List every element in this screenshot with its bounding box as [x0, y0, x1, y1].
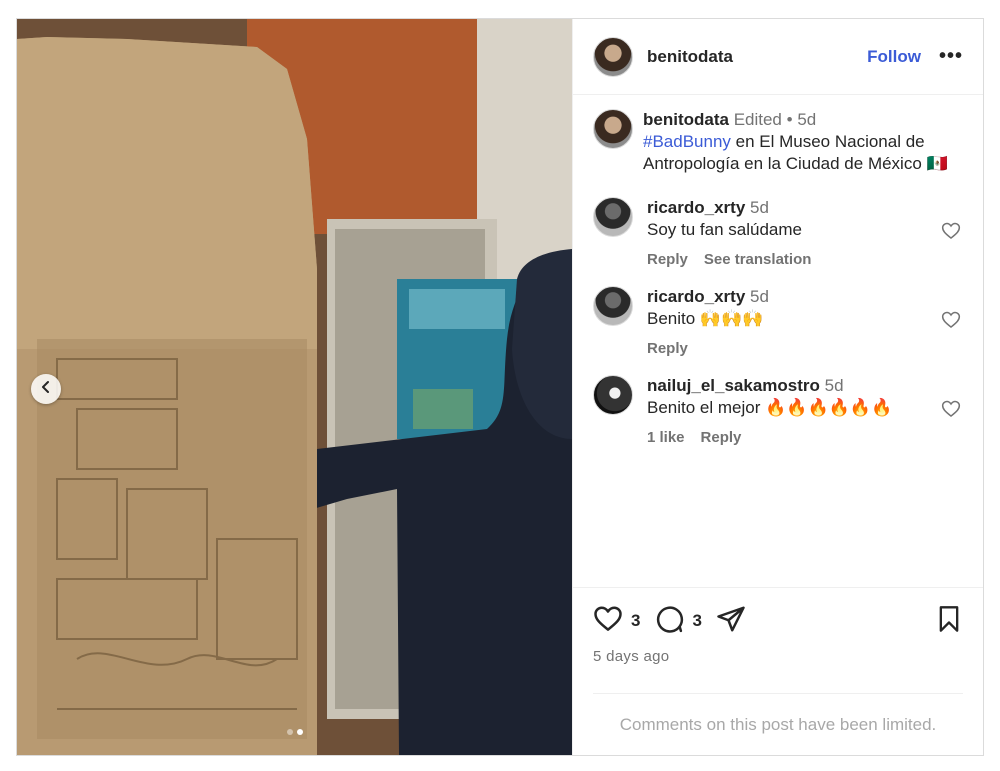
author-avatar[interactable] — [593, 36, 633, 77]
post-header: benitodata Follow ••• — [573, 19, 983, 95]
comment-bubble-icon — [654, 604, 684, 639]
comment-like-icon[interactable] — [941, 399, 963, 446]
commenter-avatar[interactable] — [593, 197, 633, 237]
post-dialog: benitodata Follow ••• benitodata Edited … — [16, 18, 984, 756]
comment-item: nailuj_el_sakamostro 5d Benito el mejor … — [593, 375, 963, 446]
comment-text: Benito el mejor 🔥🔥🔥🔥🔥🔥 — [647, 398, 893, 417]
comment-count: 3 — [692, 611, 702, 630]
bookmark-icon — [935, 605, 963, 638]
caption-separator: • — [786, 110, 793, 129]
comment-item: ricardo_xrty 5d Soy tu fan salúdame Repl… — [593, 197, 963, 268]
comment-item: ricardo_xrty 5d Benito 🙌🙌🙌 Reply — [593, 286, 963, 357]
commenter-avatar[interactable] — [593, 375, 633, 415]
post-photo — [17, 19, 572, 755]
carousel-dot-active — [296, 729, 303, 735]
author-username[interactable]: benitodata — [647, 47, 867, 67]
heart-icon — [593, 604, 623, 639]
caption-time[interactable]: 5d — [797, 110, 816, 129]
caption-avatar[interactable] — [593, 109, 633, 149]
comment-time[interactable]: 5d — [825, 376, 844, 395]
share-button[interactable] — [716, 604, 746, 639]
comment-time[interactable]: 5d — [750, 198, 769, 217]
more-horizontal-icon[interactable]: ••• — [939, 45, 963, 68]
commenter-avatar[interactable] — [593, 286, 633, 326]
post-date[interactable]: 5 days ago — [593, 648, 963, 665]
comments-limited-notice: Comments on this post have been limited. — [593, 693, 963, 755]
post-media[interactable] — [17, 19, 572, 755]
chevron-left-icon — [39, 380, 53, 399]
carousel-indicator — [17, 729, 572, 735]
comment-username[interactable]: nailuj_el_sakamostro — [647, 376, 820, 395]
comment-text: Benito 🙌🙌🙌 — [647, 309, 764, 328]
paper-plane-icon — [716, 604, 746, 639]
follow-button[interactable]: Follow — [867, 47, 921, 67]
carousel-dot — [286, 729, 293, 735]
comments-list: benitodata Edited • 5d #BadBunny en El M… — [573, 95, 983, 587]
comment-like-icon[interactable] — [941, 310, 963, 357]
comment-likes-count[interactable]: 1 like — [647, 429, 685, 446]
reply-button[interactable]: Reply — [647, 251, 688, 268]
post-caption: benitodata Edited • 5d #BadBunny en El M… — [593, 109, 963, 175]
comment-username[interactable]: ricardo_xrty — [647, 287, 745, 306]
see-translation-button[interactable]: See translation — [704, 251, 812, 268]
comment-button[interactable]: 3 — [654, 604, 702, 639]
caption-username[interactable]: benitodata — [643, 110, 729, 129]
reply-button[interactable]: Reply — [701, 429, 742, 446]
like-button[interactable]: 3 — [593, 604, 640, 639]
comment-time[interactable]: 5d — [750, 287, 769, 306]
caption-text: benitodata Edited • 5d #BadBunny en El M… — [643, 109, 963, 175]
reply-button[interactable]: Reply — [647, 340, 688, 357]
carousel-prev-button[interactable] — [31, 374, 61, 404]
comment-text: Soy tu fan salúdame — [647, 220, 802, 239]
post-actions: 3 3 5 days ago Comments on this post hav… — [573, 587, 983, 755]
post-sidebar: benitodata Follow ••• benitodata Edited … — [572, 19, 983, 755]
caption-hashtag[interactable]: #BadBunny — [643, 132, 731, 151]
comment-like-icon[interactable] — [941, 221, 963, 268]
like-count: 3 — [631, 611, 641, 630]
comment-username[interactable]: ricardo_xrty — [647, 198, 745, 217]
caption-edited: Edited — [733, 110, 782, 129]
save-button[interactable] — [935, 605, 963, 638]
